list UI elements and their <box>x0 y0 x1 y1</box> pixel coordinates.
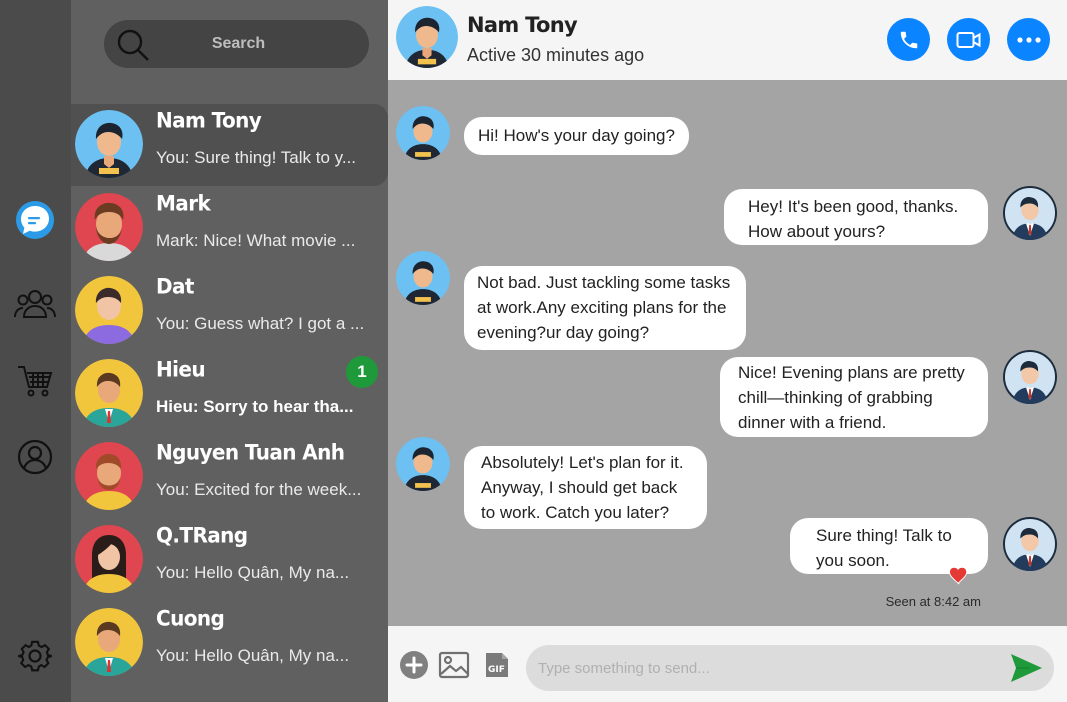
video-call-button[interactable] <box>947 18 990 61</box>
contact-item-nguyen-tuan-anh[interactable]: Nguyen Tuan Anh You: Excited for the wee… <box>71 436 388 518</box>
seen-receipt: Seen at 8:42 am <box>885 594 981 609</box>
gif-button[interactable]: GIF <box>481 649 513 681</box>
avatar[interactable] <box>396 6 458 68</box>
video-icon <box>956 31 980 48</box>
send-icon[interactable] <box>1008 650 1044 686</box>
avatar <box>75 359 143 427</box>
message-line: to work. Catch you later? <box>481 503 670 522</box>
message-line: Nice! Evening plans are pretty <box>738 363 965 382</box>
avatar <box>396 106 450 160</box>
avatar <box>1003 186 1057 240</box>
avatar <box>75 608 143 676</box>
avatar <box>75 442 143 510</box>
message-line: How about yours? <box>748 222 886 241</box>
contact-name: Dat <box>156 273 194 299</box>
avatar <box>75 276 143 344</box>
message-line: chill—thinking of grabbing <box>738 388 933 407</box>
search-label: Search <box>211 35 266 52</box>
gear-icon[interactable] <box>14 635 56 677</box>
gif-icon: GIF <box>486 653 508 677</box>
message-line: at work.Any exciting plans for the <box>477 298 727 317</box>
image-icon <box>438 651 470 679</box>
svg-text:GIF: GIF <box>488 665 505 675</box>
plus-icon <box>400 651 428 679</box>
image-button[interactable] <box>438 649 470 681</box>
chat-panel: Nam Tony Active 30 minutes ago Hi! How's… <box>388 0 1067 702</box>
voice-call-button[interactable] <box>887 18 930 61</box>
message-line: Absolutely! Let's plan for it. <box>481 453 684 472</box>
more-options-button[interactable] <box>1007 18 1050 61</box>
contact-item-nam-tony[interactable]: Nam Tony You: Sure thing! Talk to y... <box>71 104 388 186</box>
unread-badge: 1 <box>346 356 378 388</box>
contact-name: Nguyen Tuan Anh <box>156 439 345 465</box>
contact-preview: You: Guess what? I got a ... <box>156 314 365 333</box>
contact-name: Hieu <box>156 356 206 382</box>
phone-icon <box>900 31 917 48</box>
add-button[interactable] <box>398 649 430 681</box>
more-icon <box>1016 36 1041 43</box>
message-line: Hey! It's been good, thanks. <box>748 197 959 216</box>
contact-item-dat[interactable]: Dat You: Guess what? I got a ... <box>71 270 388 352</box>
contact-preview: You: Sure thing! Talk to y... <box>156 148 357 167</box>
message-input[interactable] <box>526 645 1054 691</box>
avatar <box>75 193 143 261</box>
message-line: Not bad. Just tackling some tasks <box>477 273 731 292</box>
contact-preview: You: Hello Quân, My na... <box>156 563 350 582</box>
message-bubble: Not bad. Just tackling some tasks at wor… <box>464 266 746 350</box>
composer-bar: GIF <box>388 626 1067 702</box>
chat-status: Active 30 minutes ago <box>467 45 645 65</box>
contact-name: Q.TRang <box>156 522 248 548</box>
contact-item-q-trang[interactable]: Q.TRang You: Hello Quân, My na... <box>71 519 388 601</box>
contacts-panel: Search Nam Tony You: Sure thing! Talk to… <box>71 0 388 702</box>
message-bubble: Absolutely! Let's plan for it. Anyway, I… <box>464 446 707 529</box>
message-line: dinner with a friend. <box>738 413 887 432</box>
nav-rail <box>0 0 71 702</box>
user-circle-icon[interactable] <box>14 436 56 478</box>
message-line: Hi! How's your day going? <box>478 126 675 145</box>
avatar <box>396 251 450 305</box>
chat-bubble-icon[interactable] <box>14 199 56 241</box>
heart-icon <box>948 566 968 585</box>
contact-preview: Hieu: Sorry to hear tha... <box>156 397 354 416</box>
chat-title: Nam Tony <box>467 13 578 37</box>
contact-item-hieu[interactable]: Hieu Hieu: Sorry to hear tha... <box>71 353 388 435</box>
group-icon[interactable] <box>14 282 56 324</box>
message-line: Sure thing! Talk to <box>816 526 952 545</box>
contact-name: Cuong <box>156 605 225 631</box>
message-bubble: Hey! It's been good, thanks. How about y… <box>724 189 988 245</box>
contact-item-cuong[interactable]: Cuong You: Hello Quân, My na... <box>71 602 388 684</box>
avatar <box>1003 517 1057 571</box>
message-line: Anyway, I should get back <box>481 478 678 497</box>
contact-preview: You: Excited for the week... <box>156 480 362 499</box>
contact-preview: Mark: Nice! What movie ... <box>156 231 356 250</box>
message-bubble: Hi! How's your day going? <box>464 117 689 155</box>
message-line: evening?ur day going? <box>477 323 650 342</box>
avatar <box>396 437 450 491</box>
chat-header: Nam Tony Active 30 minutes ago <box>388 0 1067 80</box>
contact-item-mark[interactable]: Mark Mark: Nice! What movie ... <box>71 187 388 269</box>
contact-name: Mark <box>156 190 211 216</box>
contact-preview: You: Hello Quân, My na... <box>156 646 350 665</box>
message-bubble: Nice! Evening plans are pretty chill—thi… <box>720 357 988 437</box>
avatar <box>75 525 143 593</box>
cart-icon[interactable] <box>14 360 56 402</box>
message-line: you soon. <box>816 551 890 570</box>
avatar <box>75 110 143 178</box>
contact-name: Nam Tony <box>156 107 262 133</box>
search-box[interactable]: Search <box>104 20 369 68</box>
avatar <box>1003 350 1057 404</box>
